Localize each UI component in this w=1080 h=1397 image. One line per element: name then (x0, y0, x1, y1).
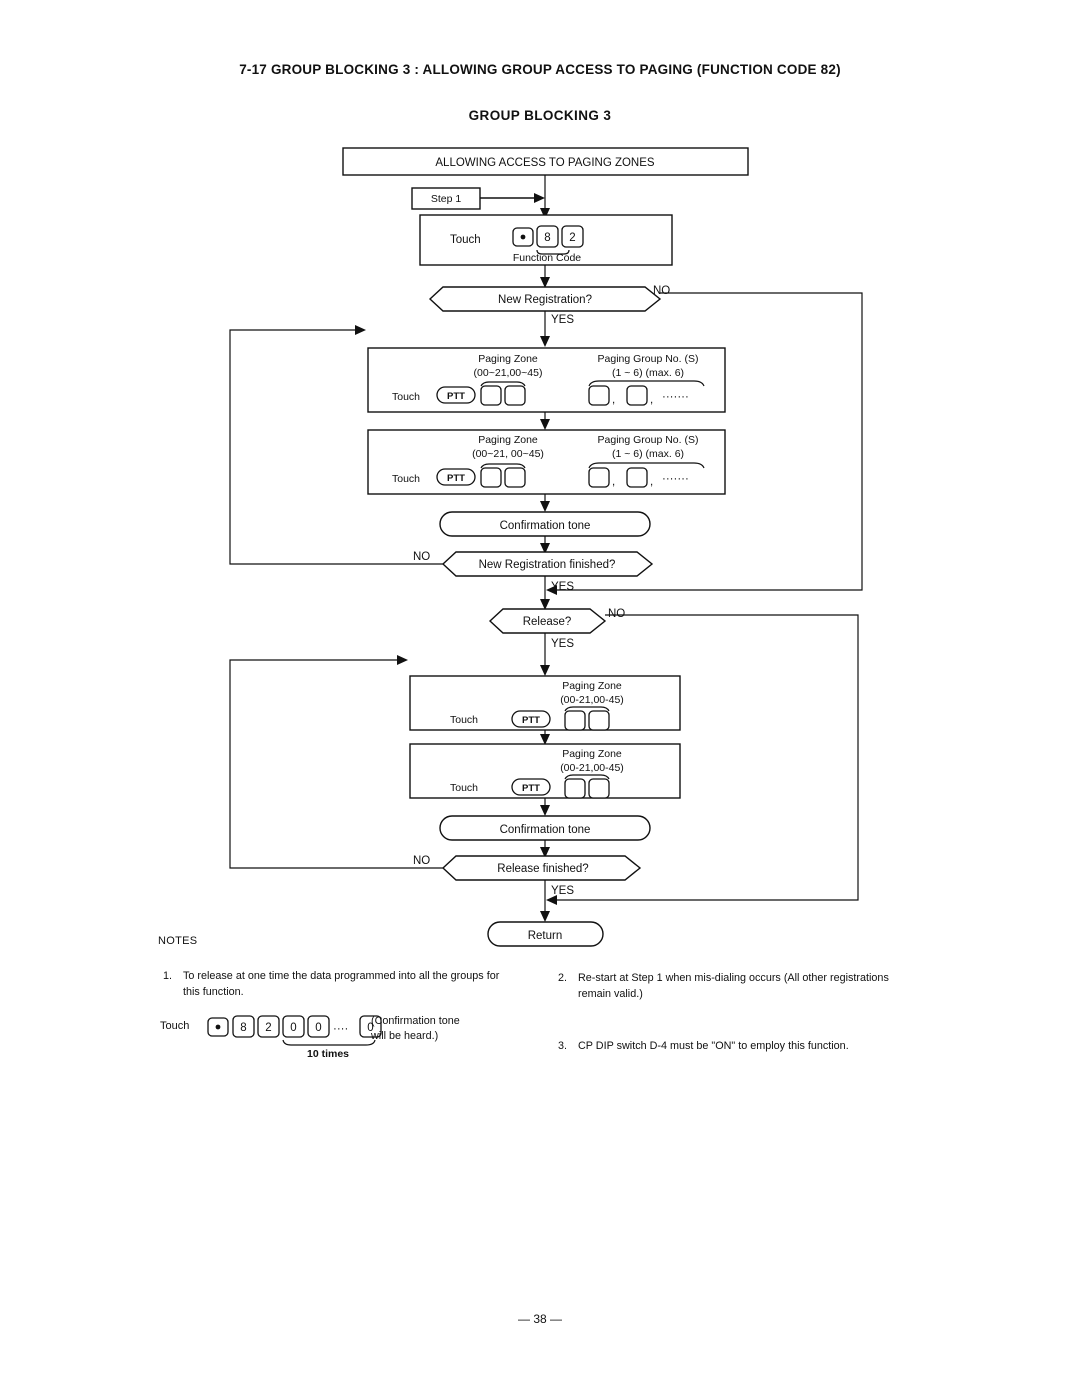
key-2-label: 2 (569, 232, 575, 244)
touch-label-rel-1: Touch (450, 714, 478, 726)
decision-release-finished-label: Release finished? (497, 863, 588, 875)
group-ellipsis-1: ······· (662, 391, 689, 403)
note-2-text: Re-start at Step 1 when mis-dialing occu… (578, 972, 889, 1000)
document-page: 7-17 GROUP BLOCKING 3 : ALLOWING GROUP A… (0, 0, 1080, 1397)
label-yes-new-registration: YES (551, 314, 574, 326)
touch-label-reg-2: Touch (392, 473, 420, 485)
paging-zone-range-2: (00~21, 00~45) (472, 448, 544, 460)
decision-new-registration-finished-label: New Registration finished? (479, 559, 616, 571)
label-no-release-finished: NO (413, 855, 430, 867)
label-yes-release-finished: YES (551, 885, 574, 897)
comma-1b: , (650, 394, 653, 406)
note-touch-label: Touch (160, 1020, 190, 1032)
zone-digit-2a (480, 467, 502, 488)
label-no-release: NO (608, 608, 625, 620)
note-3-number: 3. (558, 1040, 568, 1052)
page-number: — 38 — (517, 1312, 562, 1326)
paging-group-range-1: (1 ~ 6) (max. 6) (612, 367, 684, 379)
label-no-new-registration: NO (653, 285, 670, 297)
flowchart: ALLOWING ACCESS TO PAGING ZONES Step 1 T… (207, 147, 863, 1060)
return-label: Return (528, 930, 563, 942)
release-zone-digit-2b (588, 778, 610, 799)
paging-zone-range-1: (00~21,00~45) (474, 367, 543, 379)
release-paging-zone-title-2: Paging Zone (562, 748, 622, 760)
decision-release-label: Release? (523, 616, 572, 628)
release-zone-digit-2a (564, 778, 586, 799)
note-item-2: 2. Re-start at Step 1 when mis-dialing o… (558, 970, 918, 1002)
note-item-3: 3. CP DIP switch D-4 must be "ON" to emp… (558, 1038, 958, 1054)
ptt-label-reg-1: PTT (447, 391, 465, 402)
release-zone-digit-1b (588, 710, 610, 731)
confirmation-tone-1-label: Confirmation tone (500, 520, 591, 532)
note-key-2-label: 2 (265, 1022, 271, 1034)
note-key-ellipsis: ···· (333, 1023, 348, 1035)
ptt-label-rel-1: PTT (522, 715, 540, 726)
comma-1a: , (612, 394, 615, 406)
note-key-0b-label: 0 (315, 1022, 321, 1034)
note-key-0a-label: 0 (290, 1022, 296, 1034)
function-code-label: Function Code (513, 252, 581, 264)
paging-zone-title-2: Paging Zone (478, 434, 538, 446)
comma-2a: , (612, 476, 615, 488)
zone-digit-2b (504, 467, 526, 488)
zone-digit-1b (504, 385, 526, 406)
group-digit-2b (626, 467, 648, 488)
start-box-label: ALLOWING ACCESS TO PAGING ZONES (435, 157, 655, 169)
label-yes-new-registration-finished: YES (551, 581, 574, 593)
decision-new-registration-label: New Registration? (498, 294, 592, 306)
touch-label: Touch (450, 234, 481, 246)
key-8-label: 8 (544, 232, 550, 244)
note-3-text: CP DIP switch D-4 must be "ON" to employ… (578, 1040, 849, 1052)
touch-label-reg-1: Touch (392, 391, 420, 403)
group-digit-1a (588, 385, 610, 406)
note-confirmation-text: (Confirmation tone will be heard.) (371, 1015, 460, 1042)
label-yes-release: YES (551, 638, 574, 650)
group-digit-1b (626, 385, 648, 406)
note-1-number: 1. (163, 970, 173, 982)
release-paging-zone-range-2: (00-21,00-45) (560, 762, 624, 774)
release-paging-zone-title-1: Paging Zone (562, 680, 622, 692)
note-item-1: 1. To release at one time the data progr… (163, 968, 513, 1000)
comma-2b: , (650, 476, 653, 488)
notes-label: NOTES (158, 935, 198, 947)
ptt-label-reg-2: PTT (447, 473, 465, 484)
paging-zone-title-1: Paging Zone (478, 353, 538, 365)
paging-group-title-2: Paging Group No. (S) (598, 434, 699, 446)
group-digit-2a (588, 467, 610, 488)
note-times-label: 10 times (307, 1048, 349, 1060)
paging-group-title-1: Paging Group No. (S) (598, 353, 699, 365)
touch-label-rel-2: Touch (450, 782, 478, 794)
release-zone-digit-1a (564, 710, 586, 731)
paging-group-range-2: (1 ~ 6) (max. 6) (612, 448, 684, 460)
label-no-new-registration-finished: NO (413, 551, 430, 563)
step1-label: Step 1 (431, 193, 462, 205)
zone-digit-1a (480, 385, 502, 406)
group-ellipsis-2: ······· (662, 473, 689, 485)
note-2-number: 2. (558, 972, 568, 984)
release-paging-zone-range-1: (00-21,00-45) (560, 694, 624, 706)
confirmation-tone-2-label: Confirmation tone (500, 824, 591, 836)
ptt-label-rel-2: PTT (522, 783, 540, 794)
note-key-8-label: 8 (240, 1022, 246, 1034)
note-1-text: To release at one time the data programm… (183, 970, 500, 998)
